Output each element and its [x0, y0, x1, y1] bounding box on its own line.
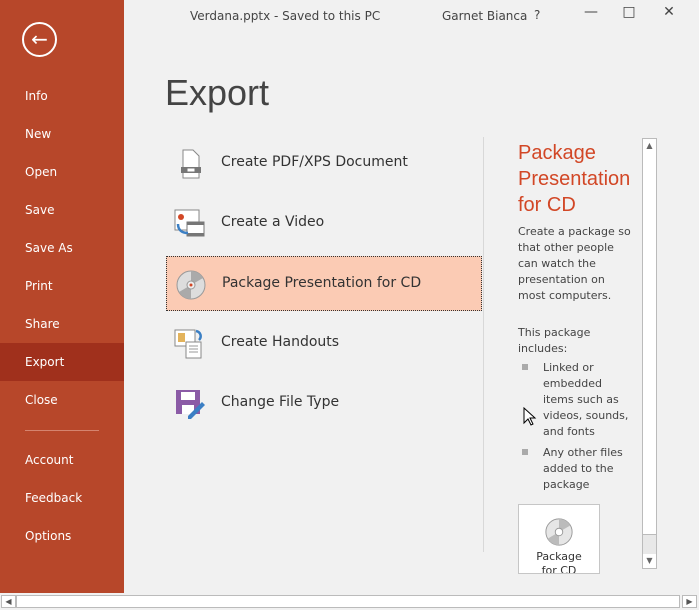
sidebar-item-account[interactable]: Account	[0, 441, 124, 479]
back-button[interactable]: ←	[22, 22, 57, 57]
includes-label: This package includes:	[518, 326, 591, 355]
sidebar-item-new[interactable]: New	[0, 115, 124, 153]
detail-heading: Package Presentation for CD	[518, 142, 631, 216]
option-change-file-type[interactable]: Change File Type	[166, 376, 482, 431]
user-name[interactable]: Garnet Bianca	[442, 9, 527, 23]
close-icon: ✕	[663, 4, 675, 20]
mouse-cursor-icon	[523, 407, 537, 426]
scroll-thumb[interactable]	[16, 595, 680, 608]
handouts-icon	[174, 329, 202, 359]
minimize-icon: —	[584, 4, 598, 20]
cd-icon	[176, 270, 206, 300]
sidebar-item-feedback[interactable]: Feedback	[0, 479, 124, 517]
page-title: Export	[165, 72, 270, 113]
sidebar-divider	[25, 430, 99, 431]
title-bar: Verdana.pptx - Saved to this PC Garnet B…	[124, 0, 699, 32]
sidebar-item-share[interactable]: Share	[0, 305, 124, 343]
back-arrow-icon: ←	[31, 27, 48, 51]
maximize-button[interactable]: □	[614, 4, 644, 26]
detail-description: Create a package so that other people ca…	[518, 225, 631, 302]
option-label: Package Presentation for CD	[222, 275, 422, 291]
maximize-icon: □	[622, 4, 636, 20]
include-item: Any other files added to the package	[543, 446, 623, 491]
sidebar-item-options[interactable]: Options	[0, 517, 124, 555]
option-label: Create PDF/XPS Document	[221, 154, 408, 170]
option-label: Change File Type	[221, 394, 340, 410]
sidebar-item-print[interactable]: Print	[0, 267, 124, 305]
scroll-up-icon[interactable]: ▲	[643, 139, 656, 153]
scroll-thumb[interactable]	[643, 153, 656, 535]
option-label: Create Handouts	[221, 334, 340, 350]
pdf-document-icon	[181, 149, 201, 179]
video-icon	[174, 209, 205, 237]
window-title: Verdana.pptx - Saved to this PC	[190, 9, 381, 23]
sidebar-item-close[interactable]: Close	[0, 381, 124, 419]
option-create-video[interactable]: Create a Video	[166, 196, 482, 251]
sidebar-item-save-as[interactable]: Save As	[0, 229, 124, 267]
minimize-button[interactable]: —	[576, 4, 606, 26]
close-window-button[interactable]: ✕	[654, 4, 684, 26]
option-package-for-cd[interactable]: Package Presentation for CD	[166, 256, 482, 311]
package-button-label: Package for CD	[536, 550, 582, 574]
scroll-right-icon[interactable]: ▶	[682, 595, 697, 608]
vertical-scrollbar[interactable]: ▲ ▼	[642, 138, 657, 569]
sidebar-item-export[interactable]: Export	[0, 343, 124, 381]
pane-divider	[483, 137, 484, 552]
cd-icon	[545, 518, 573, 546]
backstage-sidebar: ← Info New Open Save Save As Print Share…	[0, 0, 124, 593]
include-item: Linked or embedded items such as videos,…	[543, 361, 629, 438]
bullet-icon	[522, 364, 528, 370]
scroll-left-icon[interactable]: ◀	[1, 595, 16, 608]
bullet-icon	[522, 449, 528, 455]
sidebar-item-info[interactable]: Info	[0, 77, 124, 115]
option-create-pdf-xps[interactable]: Create PDF/XPS Document	[166, 136, 482, 191]
sidebar-item-open[interactable]: Open	[0, 153, 124, 191]
help-button[interactable]: ?	[534, 8, 540, 22]
option-label: Create a Video	[221, 214, 325, 230]
save-as-type-icon	[176, 390, 205, 419]
option-create-handouts[interactable]: Create Handouts	[166, 316, 482, 371]
scroll-down-icon[interactable]: ▼	[643, 554, 656, 568]
sidebar-item-save[interactable]: Save	[0, 191, 124, 229]
horizontal-scrollbar[interactable]: ◀ ▶	[0, 593, 699, 610]
package-for-cd-button[interactable]: Package for CD	[518, 504, 600, 574]
